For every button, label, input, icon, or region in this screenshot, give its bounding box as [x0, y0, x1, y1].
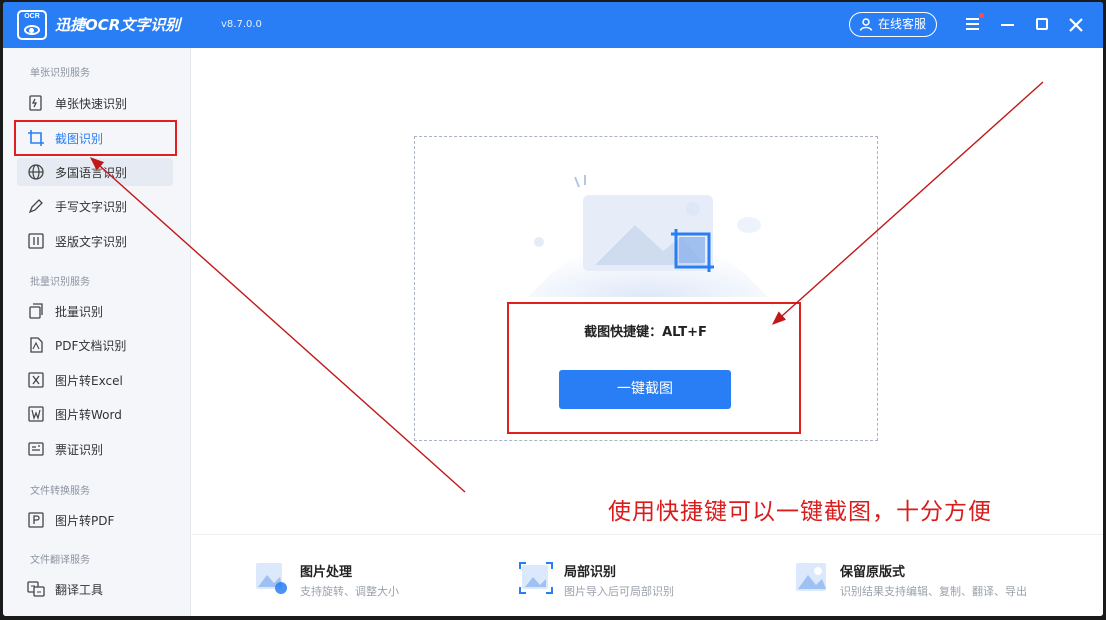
pdf-icon — [30, 337, 43, 353]
app-window: OCR 迅捷OCR文字识别 v8.7.0.0 在线客服 单张识别服务 单张快速识… — [3, 2, 1103, 616]
section-title-convert: 文件转换服务 — [30, 486, 90, 497]
single-photo-icon — [29, 95, 42, 111]
sidebar-item-label: 图片转PDF — [55, 514, 115, 528]
sidebar-item-label: 单张快速识别 — [55, 97, 128, 111]
sidebar-item-image-to-pdf[interactable]: 图片转PDF — [17, 506, 173, 534]
app-logo-icon: OCR — [17, 10, 47, 40]
sidebar-item-multilang[interactable]: 多国语言识别 — [17, 158, 173, 186]
sidebar-item-label: 多国语言识别 — [55, 166, 128, 180]
menu-icon — [966, 18, 979, 20]
highlight-box-shortcut — [507, 302, 801, 434]
feature-bar: 图片处理 支持旋转、调整大小 局部识别 图片导入后可局部识别 保留原版式 识别结… — [192, 534, 1103, 616]
keep-layout-icon — [796, 563, 826, 591]
pen-icon — [28, 199, 43, 214]
sidebar-item-label: 手写文字识别 — [55, 200, 128, 214]
feature-desc: 识别结果支持编辑、复制、翻译、导出 — [840, 585, 1027, 598]
minimize-button[interactable] — [997, 14, 1019, 36]
image-processing-icon — [256, 563, 287, 594]
sidebar-item-excel[interactable]: 图片转Excel — [17, 366, 173, 394]
feature-title: 局部识别 — [564, 565, 617, 580]
section-title-single: 单张识别服务 — [30, 68, 90, 79]
sidebar-item-ticket[interactable]: 票证识别 — [17, 435, 173, 463]
menu-button[interactable] — [963, 13, 985, 36]
feature-desc: 支持旋转、调整大小 — [300, 585, 399, 598]
sidebar-item-label: 翻译工具 — [55, 583, 104, 597]
notification-dot — [979, 13, 984, 18]
sidebar-item-vertical[interactable]: 竖版文字识别 — [17, 227, 173, 255]
feature-desc: 图片导入后可局部识别 — [564, 585, 674, 598]
app-title: 迅捷OCR文字识别 — [55, 16, 181, 34]
sidebar-item-translate[interactable]: 翻译工具 — [17, 575, 173, 603]
feature-title: 保留原版式 — [840, 565, 906, 580]
screenshot-illustration-icon — [528, 175, 768, 297]
title-bar: OCR 迅捷OCR文字识别 v8.7.0.0 在线客服 — [3, 2, 1103, 48]
sidebar-item-single-fast[interactable]: 单张快速识别 — [17, 89, 173, 117]
close-icon — [1069, 18, 1083, 32]
sidebar-item-label: PDF文档识别 — [55, 339, 127, 353]
batch-icon — [29, 303, 43, 319]
vertical-text-icon — [28, 233, 44, 249]
section-title-batch: 批量识别服务 — [30, 277, 90, 288]
online-service-label: 在线客服 — [878, 17, 927, 31]
app-version: v8.7.0.0 — [221, 19, 262, 30]
logo-text: OCR — [24, 13, 40, 20]
word-icon — [28, 406, 44, 422]
sidebar-item-label: 票证识别 — [55, 443, 104, 457]
maximize-icon — [1036, 18, 1048, 30]
sidebar-item-pdf[interactable]: PDF文档识别 — [17, 331, 173, 359]
sidebar-item-label: 图片转Word — [55, 408, 122, 422]
feature-title: 图片处理 — [300, 565, 353, 580]
sidebar-item-word[interactable]: 图片转Word — [17, 400, 173, 428]
partial-recognition-icon — [519, 562, 553, 594]
close-button[interactable] — [1065, 14, 1087, 36]
ticket-icon — [28, 442, 44, 456]
sidebar-item-label: 批量识别 — [55, 305, 104, 319]
sidebar-item-label: 竖版文字识别 — [55, 235, 128, 249]
pdf-convert-icon — [28, 512, 44, 528]
section-title-translate: 文件翻译服务 — [30, 555, 90, 566]
maximize-button[interactable] — [1031, 14, 1053, 36]
sidebar-item-label: 图片转Excel — [55, 374, 123, 388]
translate-icon — [27, 581, 45, 597]
sidebar-item-batch[interactable]: 批量识别 — [17, 297, 173, 325]
excel-icon — [28, 372, 44, 388]
online-service-button[interactable]: 在线客服 — [849, 12, 937, 37]
minimize-icon — [1001, 24, 1014, 26]
user-icon — [859, 18, 873, 31]
globe-icon — [28, 164, 44, 180]
annotation-caption: 使用快捷键可以一键截图，十分方便 — [608, 499, 992, 525]
sidebar-item-handwriting[interactable]: 手写文字识别 — [17, 192, 173, 220]
highlight-box-sidebar — [14, 120, 177, 156]
